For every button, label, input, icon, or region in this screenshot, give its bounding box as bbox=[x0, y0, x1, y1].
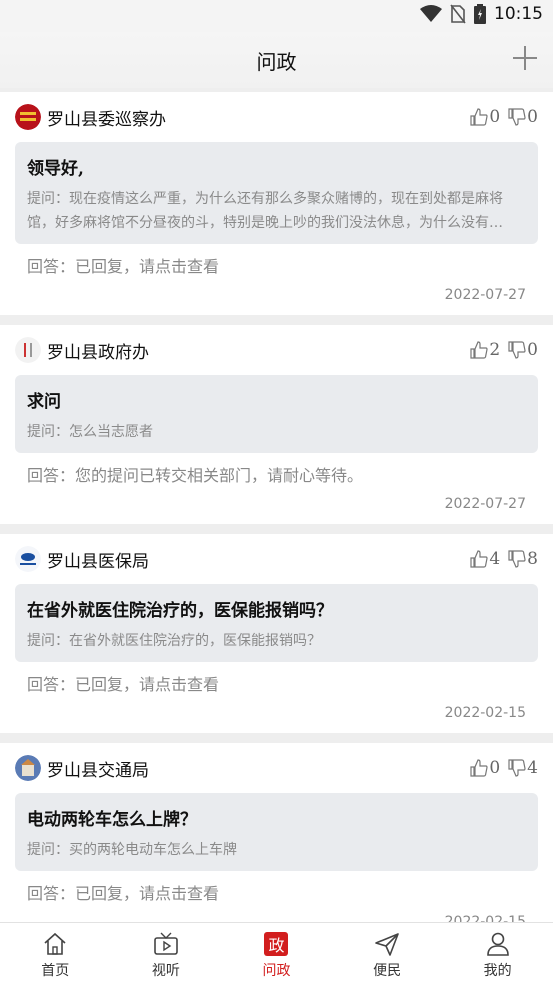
like-button[interactable]: 4 bbox=[470, 549, 500, 569]
tab-label: 视听 bbox=[151, 963, 180, 979]
dislike-count: 4 bbox=[527, 758, 538, 778]
dislike-button[interactable]: 8 bbox=[508, 549, 538, 569]
send-icon bbox=[373, 930, 401, 958]
tab-video[interactable]: 视听 bbox=[111, 923, 222, 984]
tab-label: 便民 bbox=[373, 963, 402, 979]
header: 问政 bbox=[0, 32, 553, 88]
answer-text: 回答：已回复，请点击查看 bbox=[27, 675, 220, 694]
thumbs-down-icon bbox=[508, 759, 526, 777]
post-header: 罗山县医保局 4 8 bbox=[15, 534, 538, 584]
avatar bbox=[15, 755, 41, 781]
tab-mine[interactable]: 我的 bbox=[442, 923, 553, 984]
votes: 0 0 bbox=[470, 107, 538, 127]
post-date: 2022-07-27 bbox=[444, 287, 526, 303]
post-date: 2022-07-27 bbox=[444, 496, 526, 512]
thumbs-up-icon bbox=[470, 341, 488, 359]
question-box[interactable]: 求问 提问：怎么当志愿者 bbox=[15, 375, 538, 453]
post-header: 罗山县交通局 0 4 bbox=[15, 743, 538, 793]
dislike-count: 0 bbox=[527, 340, 538, 360]
like-count: 0 bbox=[489, 758, 501, 778]
question-text: 提问：在省外就医住院治疗的，医保能报销吗？ bbox=[27, 633, 321, 649]
question-box[interactable]: 在省外就医住院治疗的，医保能报销吗？ 提问：在省外就医住院治疗的，医保能报销吗？ bbox=[15, 584, 538, 662]
question-title: 求问 bbox=[27, 392, 61, 412]
user-icon bbox=[484, 930, 512, 958]
answer-text: 回答：已回复，请点击查看 bbox=[27, 257, 220, 276]
bottom-tab-bar: 首页 视听 政 问政 便民 我的 bbox=[0, 922, 553, 984]
like-count: 2 bbox=[489, 340, 501, 360]
tab-label: 我的 bbox=[483, 963, 512, 979]
post-header: 罗山县委巡察办 0 0 bbox=[15, 92, 538, 142]
like-count: 4 bbox=[489, 549, 501, 569]
post-date: 2022-02-15 bbox=[444, 705, 526, 721]
like-count: 0 bbox=[489, 107, 501, 127]
avatar bbox=[15, 546, 41, 572]
votes: 2 0 bbox=[470, 340, 538, 360]
thumbs-up-icon bbox=[470, 550, 488, 568]
home-icon bbox=[41, 930, 69, 958]
post-card[interactable]: 罗山县医保局 4 8 在省外就医住院治疗的，医保能报销吗？ 提问：在省外就医住院… bbox=[0, 534, 553, 733]
add-icon[interactable] bbox=[511, 44, 539, 72]
thumbs-down-icon bbox=[508, 550, 526, 568]
post-list: 罗山县委巡察办 0 0 领导好, 提问：现在疫情这么严重，为什么还有那么多聚众赌… bbox=[0, 92, 553, 952]
status-icons: 10:15 bbox=[420, 4, 543, 24]
avatar bbox=[15, 104, 41, 130]
wifi-icon bbox=[420, 5, 442, 22]
zheng-badge: 政 bbox=[264, 932, 289, 956]
question-box[interactable]: 电动两轮车怎么上牌？ 提问：买的两轮电动车怎么上车牌 bbox=[15, 793, 538, 871]
question-box[interactable]: 领导好, 提问：现在疫情这么严重，为什么还有那么多聚众赌博的，现在到处都是麻将馆… bbox=[15, 142, 538, 244]
dislike-count: 0 bbox=[527, 107, 538, 127]
like-button[interactable]: 2 bbox=[470, 340, 500, 360]
tab-home[interactable]: 首页 bbox=[0, 923, 111, 984]
tv-icon bbox=[152, 930, 180, 958]
page-title: 问政 bbox=[256, 50, 297, 74]
question-title: 在省外就医住院治疗的，医保能报销吗？ bbox=[27, 601, 333, 621]
like-button[interactable]: 0 bbox=[470, 758, 500, 778]
post-header: 罗山县政府办 2 0 bbox=[15, 325, 538, 375]
no-sim-icon bbox=[450, 4, 466, 24]
tab-services[interactable]: 便民 bbox=[332, 923, 443, 984]
status-time: 10:15 bbox=[494, 4, 543, 24]
tab-label: 首页 bbox=[41, 963, 70, 979]
department-name[interactable]: 罗山县交通局 bbox=[47, 756, 149, 781]
votes: 0 4 bbox=[470, 758, 538, 778]
department-name[interactable]: 罗山县政府办 bbox=[47, 338, 149, 363]
dislike-button[interactable]: 4 bbox=[508, 758, 538, 778]
status-bar: 10:15 bbox=[0, 0, 553, 32]
question-title: 领导好, bbox=[27, 159, 84, 179]
department-name[interactable]: 罗山县医保局 bbox=[47, 547, 149, 572]
answer-text: 回答：已回复，请点击查看 bbox=[27, 884, 220, 903]
question-text: 提问：买的两轮电动车怎么上车牌 bbox=[27, 842, 237, 858]
thumbs-up-icon bbox=[470, 108, 488, 126]
post-card[interactable]: 罗山县委巡察办 0 0 领导好, 提问：现在疫情这么严重，为什么还有那么多聚众赌… bbox=[0, 92, 553, 315]
thumbs-down-icon bbox=[508, 108, 526, 126]
answer-text: 回答：您的提问已转交相关部门，请耐心等待。 bbox=[27, 466, 364, 485]
battery-icon bbox=[474, 4, 486, 24]
thumbs-down-icon bbox=[508, 341, 526, 359]
tab-label: 问政 bbox=[262, 963, 291, 979]
department-name[interactable]: 罗山县委巡察办 bbox=[47, 105, 166, 130]
tab-wenzheng[interactable]: 政 问政 bbox=[221, 923, 332, 984]
question-text: 提问：怎么当志愿者 bbox=[27, 424, 153, 440]
dislike-count: 8 bbox=[527, 549, 538, 569]
post-card[interactable]: 罗山县政府办 2 0 求问 提问：怎么当志愿者 回答：您的提问已转交相关部门，请… bbox=[0, 325, 553, 524]
zheng-icon: 政 bbox=[262, 930, 290, 958]
votes: 4 8 bbox=[470, 549, 538, 569]
dislike-button[interactable]: 0 bbox=[508, 107, 538, 127]
question-text: 提问：现在疫情这么严重，为什么还有那么多聚众赌博的，现在到处都是麻将馆，好多麻将… bbox=[27, 191, 503, 231]
dislike-button[interactable]: 0 bbox=[508, 340, 538, 360]
thumbs-up-icon bbox=[470, 759, 488, 777]
like-button[interactable]: 0 bbox=[470, 107, 500, 127]
question-title: 电动两轮车怎么上牌？ bbox=[27, 810, 197, 830]
avatar bbox=[15, 337, 41, 363]
post-card[interactable]: 罗山县交通局 0 4 电动两轮车怎么上牌？ 提问：买的两轮电动车怎么上车牌 回答… bbox=[0, 743, 553, 942]
